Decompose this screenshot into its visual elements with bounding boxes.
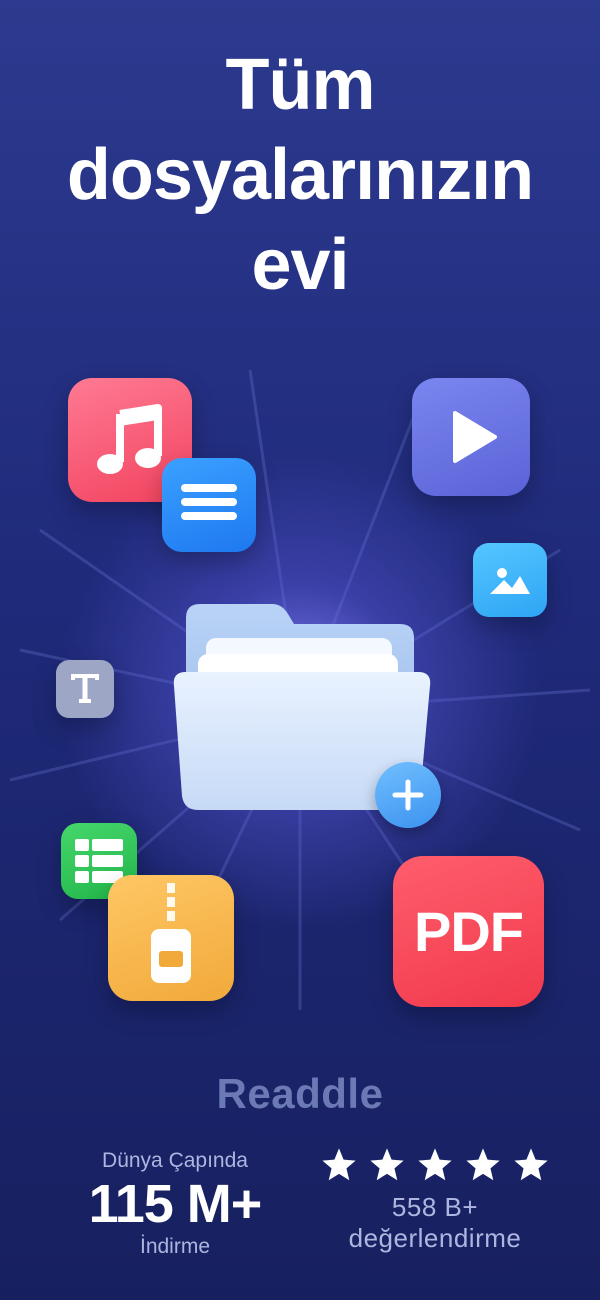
image-mountain-icon — [490, 568, 530, 594]
rating-stars — [300, 1146, 570, 1184]
add-button — [375, 762, 441, 828]
headline-line-3: evi — [251, 225, 349, 305]
image-app-icon — [473, 543, 547, 617]
star-icon — [514, 1148, 548, 1181]
plus-icon — [392, 779, 424, 811]
downloads-value: 115 M+ — [88, 1174, 263, 1234]
play-icon — [453, 411, 497, 463]
music-note-icon — [97, 404, 162, 474]
pdf-icon: PDF — [414, 900, 524, 963]
star-icon — [370, 1148, 404, 1181]
pdf-app-icon: PDF — [393, 856, 544, 1007]
star-icon — [466, 1148, 500, 1181]
archive-app-icon — [108, 875, 234, 1001]
document-lines-icon — [181, 484, 237, 520]
ratings-caption: değerlendirme — [348, 1223, 522, 1253]
headline-line-1: Tüm — [225, 45, 376, 125]
downloads-caption-top: Dünya Çapında — [102, 1149, 248, 1172]
headline: Tüm dosyalarınızın evi — [0, 40, 600, 310]
zip-archive-icon — [151, 883, 191, 983]
video-app-icon — [412, 378, 530, 496]
ratings-stat: 558 B+ değerlendirme — [300, 1146, 570, 1254]
spreadsheet-grid-icon — [75, 839, 123, 883]
text-app-icon — [56, 660, 114, 718]
downloads-stat: Dünya Çapında 115 M+ İndirme — [50, 1148, 300, 1260]
star-icon — [322, 1148, 356, 1181]
ratings-value: 558 B+ — [391, 1192, 479, 1222]
text-t-icon — [71, 674, 99, 703]
downloads-caption-bottom: İndirme — [139, 1235, 211, 1258]
star-icon — [418, 1148, 452, 1181]
brand-logo: Readdle — [216, 1070, 384, 1117]
document-app-icon — [162, 458, 256, 552]
headline-line-2: dosyalarınızın — [66, 135, 534, 215]
